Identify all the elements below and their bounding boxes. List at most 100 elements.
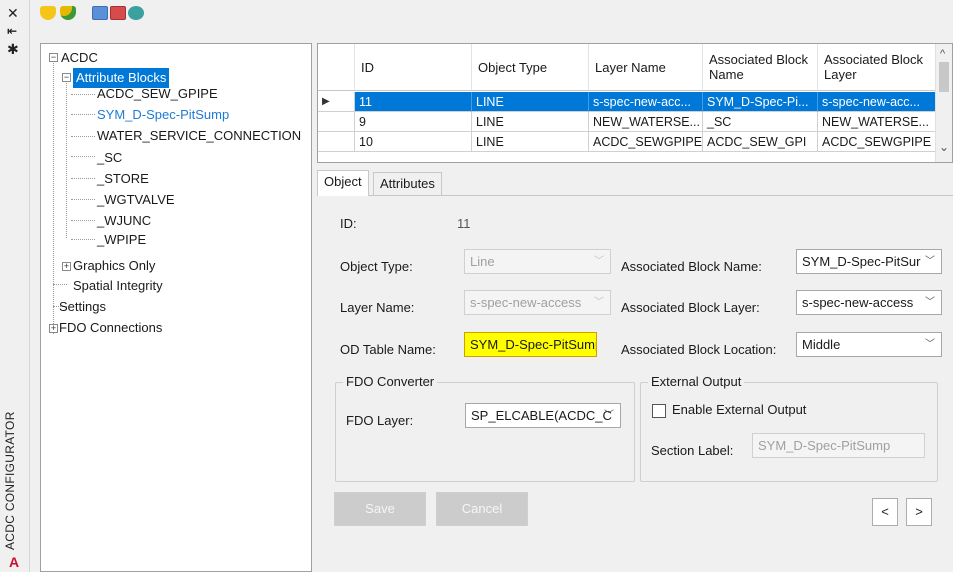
- od-table-value: SYM_D-Spec-PitSump: [470, 337, 597, 352]
- scroll-up-icon[interactable]: ^: [940, 48, 945, 60]
- table-cell[interactable]: 10: [355, 132, 472, 152]
- table-cell[interactable]: LINE: [472, 92, 589, 112]
- enable-external-output-checkbox[interactable]: [652, 404, 666, 418]
- tree-item-fdo-connections[interactable]: FDO Connections: [59, 318, 162, 338]
- save-button[interactable]: Save: [334, 492, 426, 526]
- tree-item-acdc[interactable]: ACDC: [61, 48, 98, 68]
- tree-connector: [53, 58, 54, 334]
- tree-connector: [71, 199, 95, 200]
- tree-connector: [71, 239, 95, 240]
- section-label-label: Section Label:: [651, 443, 734, 458]
- assoc-block-name-label: Associated Block Name:: [621, 259, 762, 274]
- chevron-down-icon: ﹀: [925, 339, 935, 350]
- column-header-layer-name[interactable]: Layer Name: [589, 44, 703, 91]
- tree-item-block[interactable]: _WJUNC: [97, 211, 151, 231]
- palette-title: ACDC CONFIGURATOR: [3, 411, 17, 550]
- expand-icon[interactable]: +: [49, 324, 58, 333]
- table-cell[interactable]: ACDC_SEWGPIPE: [818, 132, 936, 152]
- tree-item-block[interactable]: _STORE: [97, 169, 149, 189]
- table-cell[interactable]: 9: [355, 112, 472, 132]
- assoc-block-name-value: SYM_D-Spec-PitSur: [802, 254, 921, 269]
- chevron-down-icon: ﹀: [925, 256, 935, 267]
- tree-item-block[interactable]: _WGTVALVE: [97, 190, 175, 210]
- tree-item-block[interactable]: WATER_SERVICE_CONNECTION: [97, 126, 301, 146]
- id-label: ID:: [340, 216, 357, 231]
- tree-item-spatial-integrity[interactable]: Spatial Integrity: [73, 276, 163, 296]
- table-cell[interactable]: SYM_D-Spec-Pi...: [703, 92, 818, 112]
- fdo-layer-select[interactable]: SP_ELCABLE(ACDC_C ﹀: [465, 403, 621, 428]
- section-label-field[interactable]: SYM_D-Spec-PitSump: [752, 433, 925, 458]
- assoc-block-location-select[interactable]: Middle ﹀: [796, 332, 942, 357]
- object-form: ID: 11 Object Type: Line ﹀ Layer Name: s…: [317, 195, 953, 572]
- tree-connector: [71, 136, 95, 137]
- table-cell[interactable]: LINE: [472, 112, 589, 132]
- collapse-icon[interactable]: −: [49, 53, 58, 62]
- od-table-field[interactable]: SYM_D-Spec-PitSump: [464, 332, 597, 357]
- column-header-id[interactable]: ID: [355, 44, 472, 91]
- column-header-label: Object Type: [478, 59, 548, 75]
- properties-icon[interactable]: ✱: [7, 42, 19, 56]
- tree-item-settings[interactable]: Settings: [59, 297, 106, 317]
- tab-object[interactable]: Object: [317, 170, 369, 196]
- assoc-block-layer-select[interactable]: s-spec-new-access ﹀: [796, 290, 942, 315]
- scroll-down-icon[interactable]: ⌄: [939, 140, 949, 154]
- chevron-down-icon: ﹀: [594, 256, 604, 267]
- grid-vertical-scrollbar[interactable]: ^ ⌄: [935, 44, 952, 162]
- tree-connector: [71, 94, 95, 95]
- row-header[interactable]: [318, 112, 355, 132]
- assoc-block-name-select[interactable]: SYM_D-Spec-PitSur ﹀: [796, 249, 942, 274]
- row-header[interactable]: ▶: [318, 92, 355, 112]
- od-table-label: OD Table Name:: [340, 342, 436, 357]
- fdo-layer-label: FDO Layer:: [346, 413, 414, 428]
- tab-attributes[interactable]: Attributes: [373, 172, 442, 196]
- collapse-icon[interactable]: −: [62, 73, 71, 82]
- cancel-button[interactable]: Cancel: [436, 492, 528, 526]
- fdo-layer-value: SP_ELCABLE(ACDC_C: [471, 408, 612, 423]
- layer-name-select[interactable]: s-spec-new-access ﹀: [464, 290, 611, 315]
- tree-view[interactable]: − ACDC − Attribute Blocks ACDC_SEW_GPIPE…: [40, 43, 312, 572]
- expand-icon[interactable]: +: [62, 262, 71, 271]
- tree-item-block[interactable]: SYM_D-Spec-PitSump: [97, 105, 229, 125]
- refresh-icon[interactable]: [128, 6, 144, 20]
- shield-check-icon[interactable]: [60, 6, 76, 20]
- column-header-object-type[interactable]: Object Type: [472, 44, 589, 91]
- assoc-block-layer-label: Associated Block Layer:: [621, 300, 760, 315]
- tree-item-block[interactable]: _SC: [97, 148, 122, 168]
- fdo-converter-title: FDO Converter: [343, 374, 438, 389]
- tree-item-block[interactable]: ACDC_SEW_GPIPE: [97, 84, 218, 104]
- scrollbar-thumb[interactable]: [939, 62, 949, 92]
- objects-grid[interactable]: ID Object Type Layer Name Associated Blo…: [317, 43, 953, 163]
- table-cell[interactable]: LINE: [472, 132, 589, 152]
- table-cell[interactable]: s-spec-new-acc...: [818, 92, 936, 112]
- table-cell[interactable]: 11: [355, 92, 472, 112]
- table-cell[interactable]: s-spec-new-acc...: [589, 92, 703, 112]
- section-label-value: SYM_D-Spec-PitSump: [758, 438, 891, 453]
- tree-connector: [71, 220, 95, 221]
- tree-item-graphics-only[interactable]: Graphics Only: [73, 256, 155, 276]
- shield-yellow-icon[interactable]: [40, 6, 56, 20]
- pin-icon[interactable]: ⇤: [7, 24, 17, 38]
- tree-connector: [71, 156, 95, 157]
- external-output-title: External Output: [648, 374, 745, 389]
- close-icon[interactable]: ✕: [7, 6, 19, 20]
- table-cell[interactable]: _SC: [703, 112, 818, 132]
- grid-red-icon[interactable]: [110, 6, 126, 20]
- tree-item-block[interactable]: _WPIPE: [97, 230, 146, 250]
- object-type-select[interactable]: Line ﹀: [464, 249, 611, 274]
- table-cell[interactable]: NEW_WATERSE...: [818, 112, 936, 132]
- assoc-block-layer-value: s-spec-new-access: [802, 295, 914, 310]
- toolbar: [30, 0, 953, 28]
- row-header[interactable]: [318, 132, 355, 152]
- object-type-label: Object Type:: [340, 259, 413, 274]
- table-cell[interactable]: ACDC_SEW_GPI: [703, 132, 818, 152]
- next-button[interactable]: >: [906, 498, 932, 526]
- enable-external-output-label[interactable]: Enable External Output: [672, 402, 806, 417]
- table-cell[interactable]: ACDC_SEWGPIPE: [589, 132, 703, 152]
- column-header-assoc-block-name[interactable]: Associated Block Name: [703, 44, 818, 91]
- previous-button[interactable]: <: [872, 498, 898, 526]
- tree-connector: [66, 78, 67, 238]
- grid-icon[interactable]: [92, 6, 108, 20]
- fdo-converter-group: FDO Converter FDO Layer: SP_ELCABLE(ACDC…: [335, 374, 635, 482]
- table-cell[interactable]: NEW_WATERSE...: [589, 112, 703, 132]
- column-header-assoc-block-layer[interactable]: Associated Block Layer: [818, 44, 936, 91]
